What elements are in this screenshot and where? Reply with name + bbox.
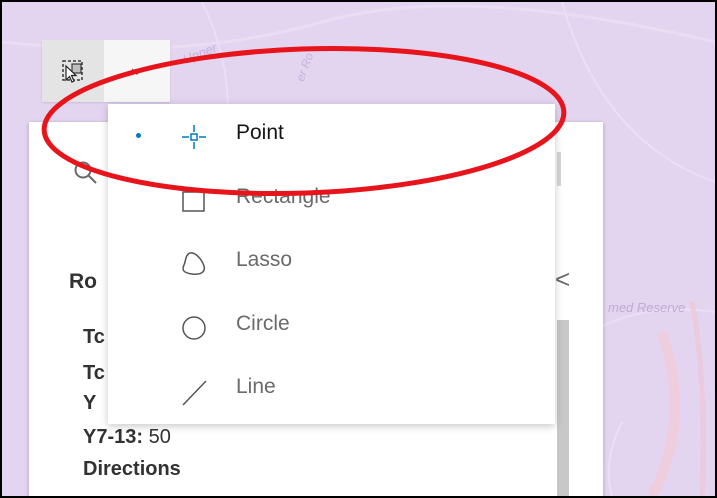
menu-item-rectangle[interactable]: Rectangle	[108, 169, 555, 231]
rectangle-icon	[182, 191, 205, 212]
select-by-shape-button[interactable]	[42, 40, 104, 102]
attribute-line: Tc	[83, 362, 105, 385]
select-by-shape-icon	[62, 60, 83, 83]
screenshot-frame: Upper er Ro med Reserve Ro < Tc Tc Y Y7-…	[0, 0, 717, 498]
selected-indicator-dot	[136, 133, 141, 138]
menu-item-lasso[interactable]: Lasso	[108, 232, 555, 294]
attribute-line: Y7-13: 50	[83, 426, 171, 449]
menu-item-label: Lasso	[236, 248, 293, 271]
directions-link[interactable]: Directions	[83, 458, 181, 481]
attribute-key: Tc	[83, 362, 105, 384]
panel-scrollbar[interactable]	[557, 320, 569, 496]
collapse-panel-button[interactable]: <	[555, 264, 570, 295]
search-icon[interactable]	[73, 160, 99, 186]
menu-item-label: Point	[236, 121, 284, 144]
attribute-key: Y	[83, 392, 97, 414]
map-area-label: med Reserve	[608, 300, 686, 315]
selection-mode-dropdown-button[interactable]	[104, 40, 170, 102]
circle-icon	[182, 316, 206, 340]
menu-item-line[interactable]: Line	[108, 359, 555, 421]
attribute-line: Tc	[83, 326, 105, 349]
point-crosshair-icon	[182, 125, 206, 149]
selection-mode-menu: Point Rectangle Lasso Circle Line	[108, 104, 555, 424]
directions-label: Directions	[83, 458, 181, 480]
attribute-line: Y	[83, 392, 96, 415]
attribute-key: Y7-13:	[83, 426, 144, 448]
line-icon	[182, 380, 207, 406]
menu-item-label: Line	[236, 375, 276, 398]
attribute-key: Tc	[83, 326, 105, 348]
chevron-down-icon	[131, 68, 143, 75]
menu-item-label: Circle	[236, 312, 290, 335]
attribute-value: 50	[143, 426, 171, 448]
menu-item-label: Rectangle	[236, 185, 331, 208]
menu-item-point[interactable]: Point	[108, 105, 555, 167]
selection-tool-group	[42, 40, 170, 102]
lasso-icon	[182, 252, 206, 275]
menu-item-circle[interactable]: Circle	[108, 296, 555, 358]
search-input-edge[interactable]	[557, 152, 561, 186]
panel-title: Ro	[69, 270, 97, 293]
